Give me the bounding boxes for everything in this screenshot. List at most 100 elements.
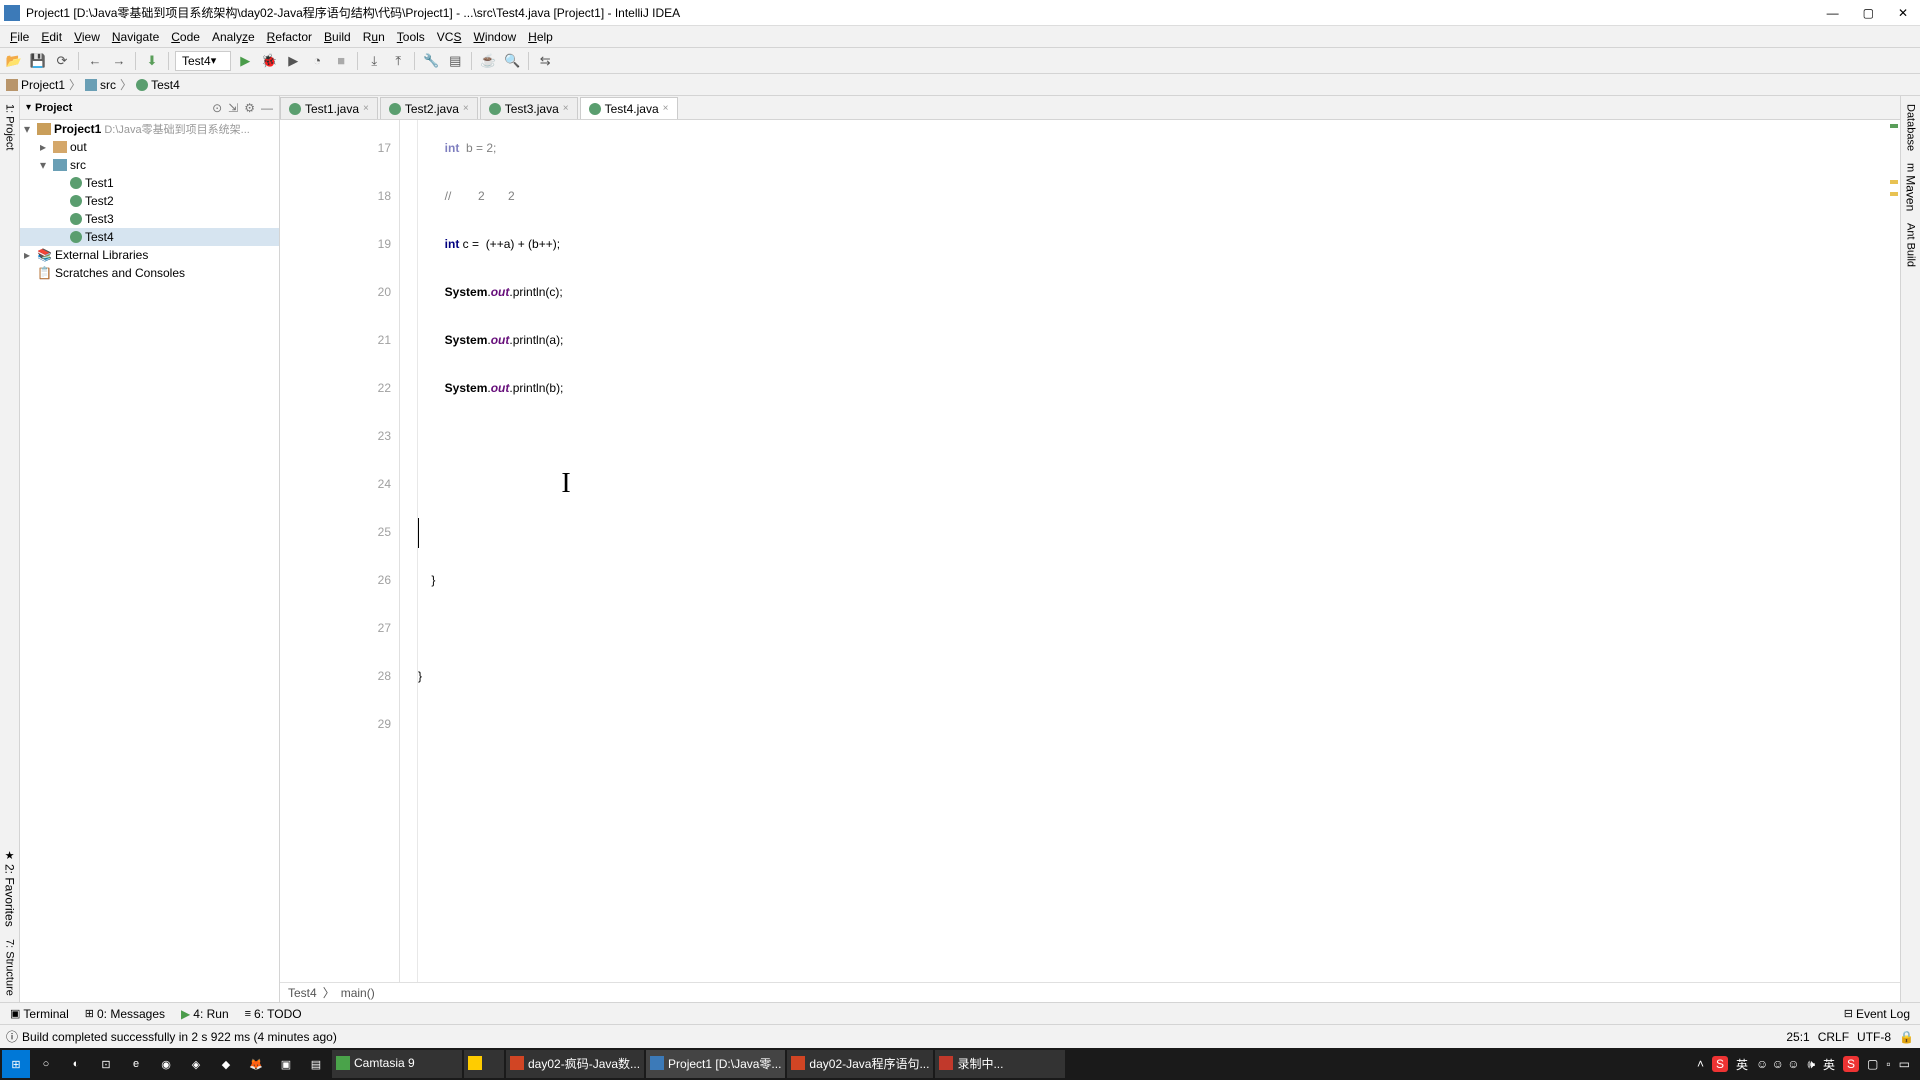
task-view[interactable]: ⊡ [92, 1050, 120, 1078]
tree-class[interactable]: Test1 [20, 174, 279, 192]
cortana-button[interactable]: ◐ [62, 1050, 90, 1078]
more-icon[interactable]: ⇆ [535, 51, 555, 71]
menu-navigate[interactable]: Navigate [106, 30, 165, 44]
tray-volume-icon[interactable]: 🕪 [1807, 1057, 1815, 1072]
menu-vcs[interactable]: VCS [431, 30, 468, 44]
left-tab-favorites[interactable]: ★ 2: Favorites [3, 843, 17, 933]
line-ending[interactable]: CRLF [1818, 1030, 1849, 1044]
coverage-icon[interactable]: ▶ [283, 51, 303, 71]
menu-window[interactable]: Window [467, 30, 522, 44]
code-area[interactable]: 17181920212223242526272829 int b = 2; //… [280, 120, 1900, 982]
maximize-button[interactable]: ▢ [1863, 6, 1874, 20]
nav-project[interactable]: Project1 [6, 78, 65, 92]
close-tab-icon[interactable]: × [363, 103, 369, 114]
tree-root[interactable]: ▾Project1 D:\Java零基础到项目系统架... [20, 120, 279, 138]
tab-test1[interactable]: Test1.java× [280, 97, 378, 119]
search-icon[interactable]: 🔍 [502, 51, 522, 71]
tree-class-selected[interactable]: Test4 [20, 228, 279, 246]
search-button[interactable]: ○ [32, 1050, 60, 1078]
tray-ime[interactable]: S [1843, 1056, 1859, 1072]
nav-class[interactable]: Test4 [136, 78, 180, 92]
app-icon[interactable]: ◈ [182, 1050, 210, 1078]
taskbar-app[interactable] [464, 1050, 504, 1078]
marker-warn[interactable] [1890, 180, 1898, 184]
menu-build[interactable]: Build [318, 30, 357, 44]
tree-class[interactable]: Test3 [20, 210, 279, 228]
run-icon[interactable]: ▶ [235, 51, 255, 71]
taskbar-app[interactable]: day02-疯码-Java数... [506, 1050, 644, 1078]
close-button[interactable]: ✕ [1898, 6, 1908, 20]
close-tab-icon[interactable]: × [563, 103, 569, 114]
caret-pos[interactable]: 25:1 [1786, 1030, 1809, 1044]
tray-lang[interactable]: 英 [1736, 1056, 1748, 1073]
bc-class[interactable]: Test4 [288, 986, 317, 1000]
menu-refactor[interactable]: Refactor [261, 30, 318, 44]
minimize-button[interactable]: — [1827, 6, 1839, 20]
close-tab-icon[interactable]: × [463, 103, 469, 114]
debug-icon[interactable]: 🐞 [259, 51, 279, 71]
taskbar-app[interactable]: Camtasia 9 [332, 1050, 462, 1078]
start-button[interactable]: ⊞ [2, 1050, 30, 1078]
edge-icon[interactable]: e [122, 1050, 150, 1078]
collapse-icon[interactable]: ▾ [26, 102, 31, 113]
tree-scratches[interactable]: 📋Scratches and Consoles [20, 264, 279, 282]
left-tab-structure[interactable]: 7: Structure [4, 933, 16, 1002]
tree-class[interactable]: Test2 [20, 192, 279, 210]
tray-up-icon[interactable]: ˄ [1697, 1057, 1704, 1071]
tree-src[interactable]: ▾src [20, 156, 279, 174]
menu-help[interactable]: Help [522, 30, 559, 44]
tray-battery-icon[interactable]: ▢ [1867, 1057, 1878, 1071]
lock-icon[interactable]: 🔒 [1899, 1030, 1914, 1044]
tree-out[interactable]: ▸out [20, 138, 279, 156]
app-icon[interactable]: ▣ [272, 1050, 300, 1078]
tray-network-icon[interactable]: ▫ [1886, 1057, 1890, 1071]
target-icon[interactable]: ⊙ [212, 101, 222, 115]
right-tab-ant[interactable]: Ant Build [1905, 217, 1917, 273]
menu-edit[interactable]: Edit [35, 30, 68, 44]
tab-test2[interactable]: Test2.java× [380, 97, 478, 119]
sdk-icon[interactable]: ☕ [478, 51, 498, 71]
taskbar-app[interactable]: day02-Java程序语句... [787, 1050, 933, 1078]
btab-eventlog[interactable]: ⊟ Event Log [1838, 1007, 1916, 1021]
right-tab-database[interactable]: Database [1905, 98, 1917, 157]
menu-file[interactable]: File [4, 30, 35, 44]
marker-warn[interactable] [1890, 192, 1898, 196]
hide-icon[interactable]: — [261, 101, 273, 115]
left-tab-project[interactable]: 1: Project [4, 98, 16, 156]
btab-messages[interactable]: ⊞ 0: Messages [79, 1007, 171, 1021]
tray-lang2[interactable]: 英 [1823, 1056, 1835, 1073]
menu-analyze[interactable]: Analyze [206, 30, 261, 44]
save-icon[interactable]: 💾 [28, 51, 48, 71]
project-structure-icon[interactable]: ▤ [445, 51, 465, 71]
right-tab-maven[interactable]: m Maven [1904, 157, 1918, 217]
btab-run[interactable]: ▶ 4: Run [175, 1007, 235, 1021]
build-icon[interactable]: ⬇ [142, 51, 162, 71]
tray-badge[interactable]: S [1712, 1056, 1728, 1072]
btab-terminal[interactable]: ▣ Terminal [4, 1007, 75, 1021]
taskbar-app-active[interactable]: Project1 [D:\Java零... [646, 1050, 785, 1078]
expand-icon[interactable]: ⇲ [228, 101, 238, 115]
tab-test3[interactable]: Test3.java× [480, 97, 578, 119]
refresh-icon[interactable]: ⟳ [52, 51, 72, 71]
settings-icon[interactable]: 🔧 [421, 51, 441, 71]
open-icon[interactable]: 📂 [4, 51, 24, 71]
btab-todo[interactable]: ≡ 6: TODO [239, 1007, 308, 1021]
tray-faces[interactable]: ☺ ☺ ☺ [1756, 1057, 1799, 1071]
tab-test4-active[interactable]: Test4.java× [580, 97, 678, 119]
taskbar-app[interactable]: 录制中... [935, 1050, 1065, 1078]
firefox-icon[interactable]: 🦊 [242, 1050, 270, 1078]
menu-code[interactable]: Code [165, 30, 206, 44]
marker-bar[interactable] [1886, 120, 1900, 982]
code-text[interactable]: int b = 2; // 2 2 int c = (++a) + (b++);… [418, 120, 1886, 982]
menu-view[interactable]: View [68, 30, 106, 44]
tree-ext-libs[interactable]: ▸📚External Libraries [20, 246, 279, 264]
encoding[interactable]: UTF-8 [1857, 1030, 1891, 1044]
run-config-selector[interactable]: Test4 ▾ [175, 51, 231, 71]
nav-src[interactable]: src [85, 78, 116, 92]
back-icon[interactable]: ← [85, 51, 105, 71]
system-tray[interactable]: ˄ S 英 ☺ ☺ ☺ 🕪 英 S ▢ ▫ ▭ [1689, 1056, 1918, 1073]
gear-icon[interactable]: ⚙ [244, 101, 255, 115]
close-tab-icon[interactable]: × [663, 103, 669, 114]
vcs-update-icon[interactable]: ⤓ [364, 51, 384, 71]
profile-icon[interactable]: ◔ [307, 51, 327, 71]
